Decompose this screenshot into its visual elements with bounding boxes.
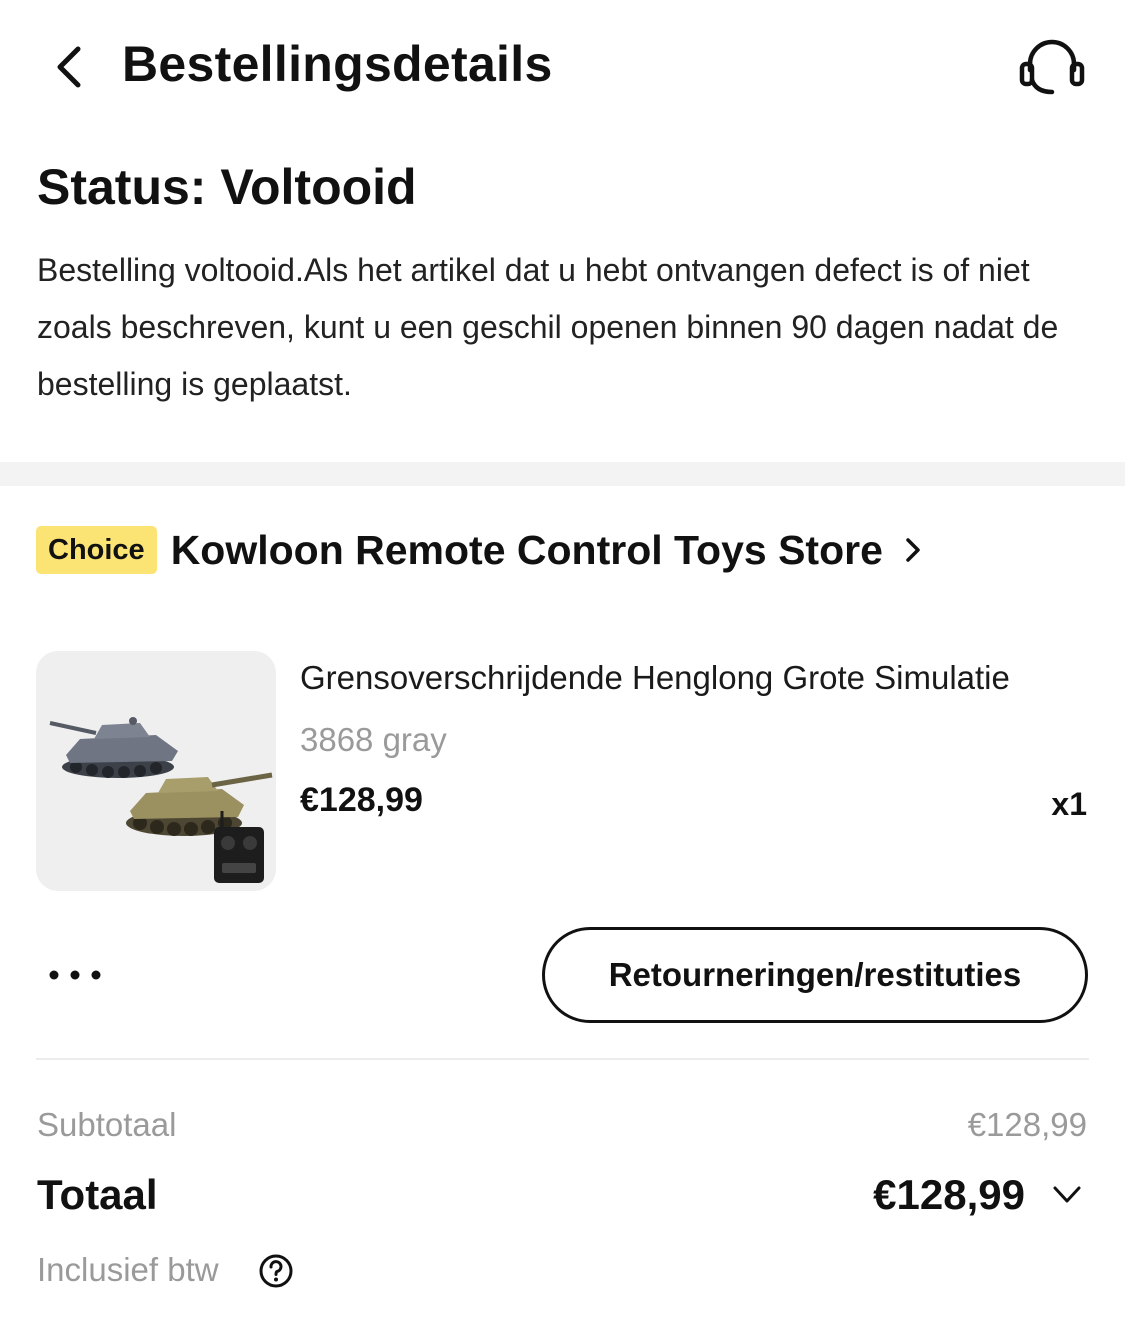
header: Bestellingsdetails bbox=[0, 0, 1125, 130]
product-image[interactable] bbox=[36, 651, 276, 891]
order-status-description: Bestelling voltooid.Als het artikel dat … bbox=[37, 252, 1059, 402]
more-dots-icon bbox=[49, 970, 101, 980]
customer-support-button[interactable] bbox=[1016, 36, 1088, 98]
product-variant: 3868 gray bbox=[300, 721, 447, 758]
chevron-down-icon bbox=[1053, 1186, 1081, 1203]
store-name: Kowloon Remote Control Toys Store bbox=[170, 527, 883, 573]
total-value: €128,99 bbox=[873, 1171, 1025, 1218]
question-circle-icon bbox=[259, 1254, 293, 1288]
chevron-right-icon bbox=[906, 538, 920, 562]
chevron-left-icon bbox=[57, 46, 81, 88]
product-title[interactable]: Grensoverschrijdende Henglong Grote Simu… bbox=[300, 656, 1090, 700]
section-divider bbox=[0, 462, 1125, 486]
divider bbox=[36, 1058, 1089, 1060]
product-price: €128,99 bbox=[300, 781, 423, 819]
vat-label: Inclusief btw bbox=[37, 1251, 219, 1288]
page-title: Bestellingsdetails bbox=[122, 36, 553, 92]
product-quantity: x1 bbox=[1051, 786, 1087, 822]
headset-icon bbox=[1019, 39, 1085, 95]
order-details-page: Bestellingsdetails Status: Voltooid Best… bbox=[0, 0, 1125, 1340]
returns-refunds-button[interactable]: Retourneringen/restituties bbox=[542, 927, 1088, 1023]
choice-badge: Choice bbox=[36, 526, 157, 574]
expand-total-button[interactable] bbox=[1050, 1180, 1084, 1210]
order-status-title: Status: Voltooid bbox=[37, 159, 417, 215]
help-button[interactable] bbox=[258, 1253, 294, 1289]
tank-product-image bbox=[49, 717, 273, 883]
subtotal-label: Subtotaal bbox=[37, 1106, 177, 1143]
more-options-button[interactable] bbox=[44, 950, 108, 1000]
store-link[interactable]: Choice Kowloon Remote Control Toys Store bbox=[36, 520, 923, 580]
subtotal-value: €128,99 bbox=[967, 1106, 1087, 1143]
total-label: Totaal bbox=[37, 1171, 158, 1218]
back-button[interactable] bbox=[48, 42, 92, 92]
